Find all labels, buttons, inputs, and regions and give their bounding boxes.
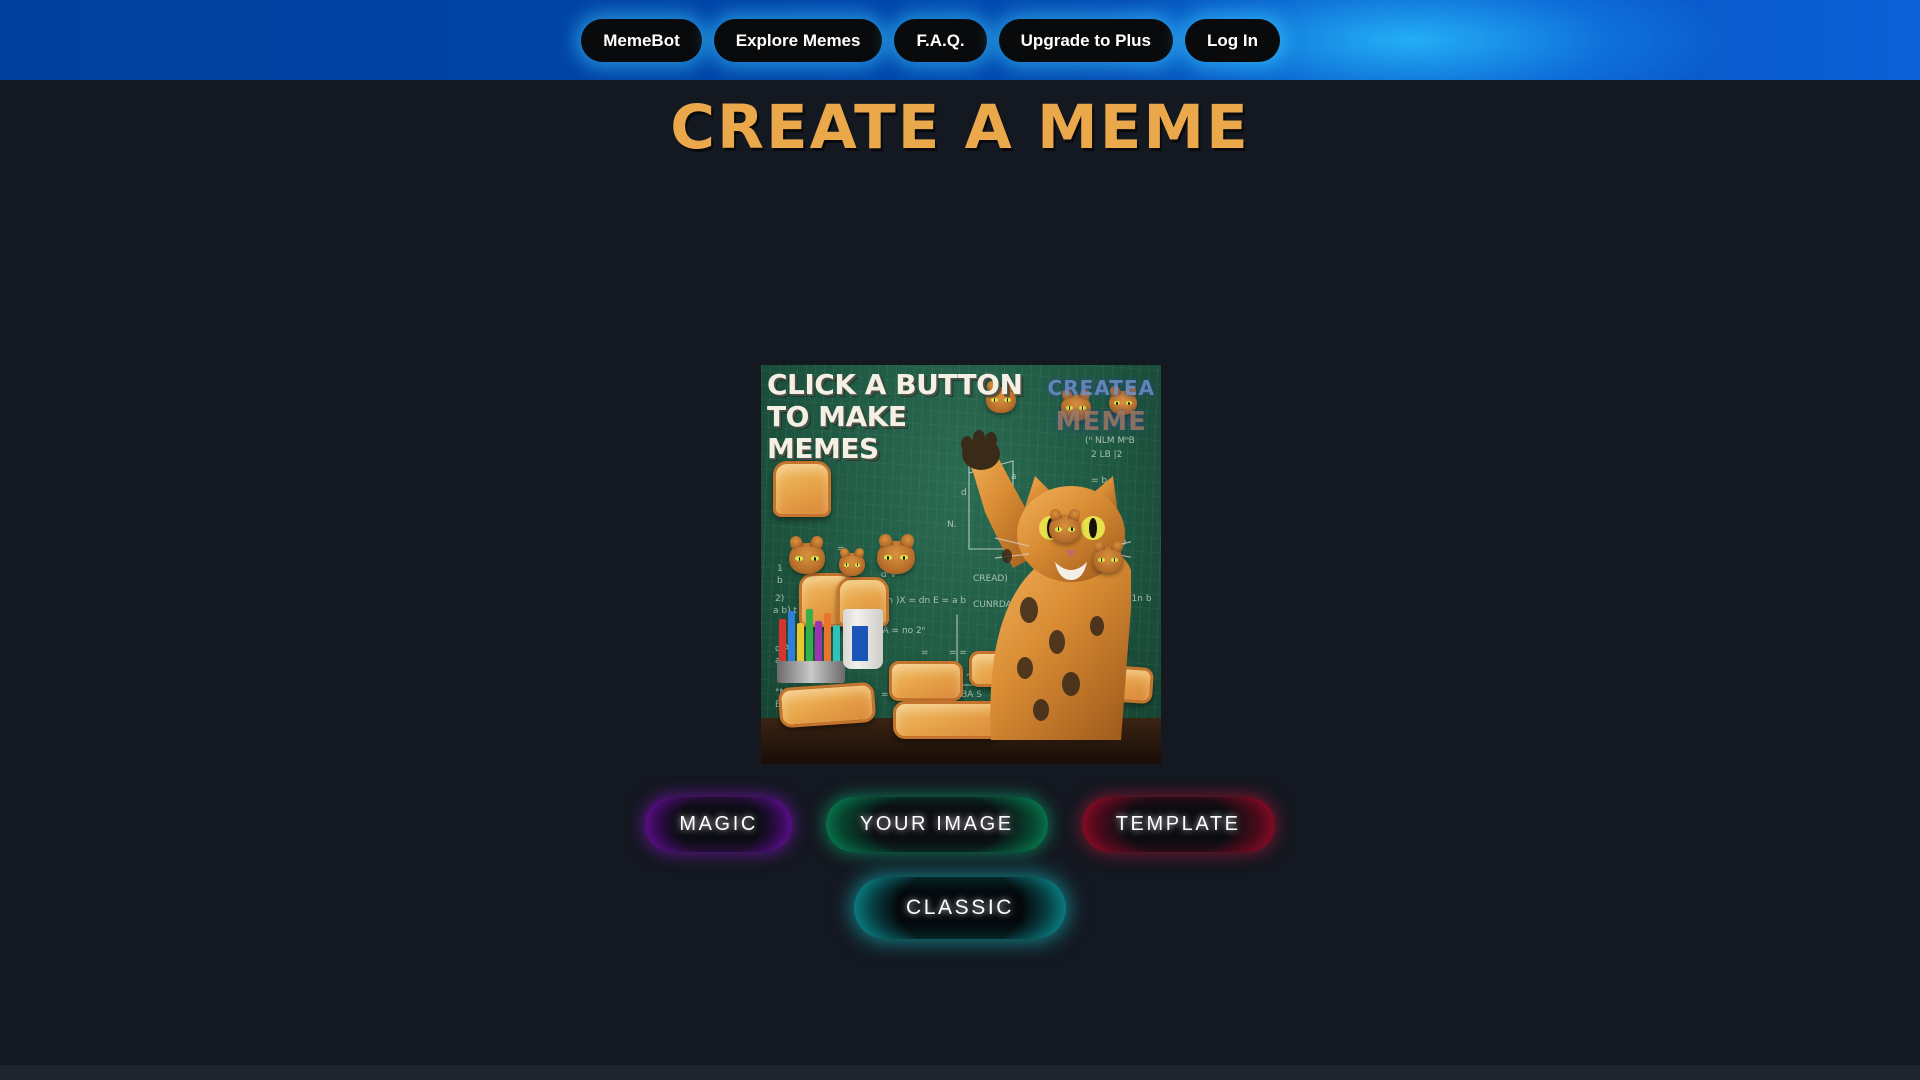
watermark-line-1: CREATEA (1047, 376, 1155, 400)
svg-text:1: 1 (777, 564, 783, 574)
cat-face-icon (789, 543, 825, 574)
toast-slice (773, 461, 831, 517)
meme-watermark: CREATEA MEME (1048, 373, 1155, 442)
meme-caption: CLICK A BUTTON TO MAKE MEMES (767, 368, 1023, 465)
nav-memebot[interactable]: MemeBot (581, 18, 702, 62)
pencil-cup (777, 603, 845, 683)
cat-face-icon (877, 541, 915, 574)
watermark-line-2: MEME (1055, 407, 1147, 437)
coffee-cup (843, 609, 883, 669)
your-image-button-label: YOUR IMAGE (859, 813, 1014, 835)
cat-face-icon (1093, 547, 1123, 573)
classic-button[interactable]: CLASSIC (853, 877, 1067, 939)
primary-navigation: MemeBot Explore Memes F.A.Q. Upgrade to … (581, 18, 1280, 62)
meme-preview[interactable]: Kk CAT CREAD) CUNRDATIsA) BA S N. 1b 2)a… (761, 365, 1161, 764)
site-header: MemeBot Explore Memes F.A.Q. Upgrade to … (0, 0, 1920, 80)
nav-explore-memes[interactable]: Explore Memes (713, 18, 883, 62)
meme-caption-line-3: MEMES (767, 431, 879, 465)
meme-caption-line-2: TO MAKE (767, 399, 907, 433)
toast-slice (777, 681, 877, 729)
nav-upgrade-to-plus[interactable]: Upgrade to Plus (998, 18, 1174, 62)
nav-log-in[interactable]: Log In (1185, 18, 1280, 62)
svg-text:tA = no 2ⁿ: tA = no 2ⁿ (879, 626, 926, 636)
main-content: CREATE A MEME Kk CAT CREAD) (0, 92, 1920, 1080)
magic-button-label: MAGIC (679, 813, 758, 835)
site-footer: Meme Products Plugin & GPTs ChatBot & XB… (0, 1065, 1920, 1080)
magic-button[interactable]: MAGIC (645, 797, 792, 852)
nav-faq[interactable]: F.A.Q. (894, 18, 987, 62)
template-button-label: TEMPLATE (1115, 813, 1241, 835)
cat-face-icon (1049, 515, 1081, 543)
your-image-button[interactable]: YOUR IMAGE (825, 797, 1048, 852)
template-button[interactable]: TEMPLATE (1081, 797, 1275, 852)
primary-action-row: MAGIC YOUR IMAGE TEMPLATE (0, 797, 1920, 852)
secondary-action-row: CLASSIC (0, 877, 1920, 939)
meme-caption-line-1: CLICK A BUTTON (767, 368, 1023, 401)
classic-button-label: CLASSIC (905, 896, 1015, 919)
svg-text:b: b (777, 576, 783, 586)
page-title: CREATE A MEME (670, 92, 1250, 163)
meme-image[interactable]: Kk CAT CREAD) CUNRDATIsA) BA S N. 1b 2)a… (761, 365, 1161, 764)
cat-face-icon (839, 553, 865, 576)
